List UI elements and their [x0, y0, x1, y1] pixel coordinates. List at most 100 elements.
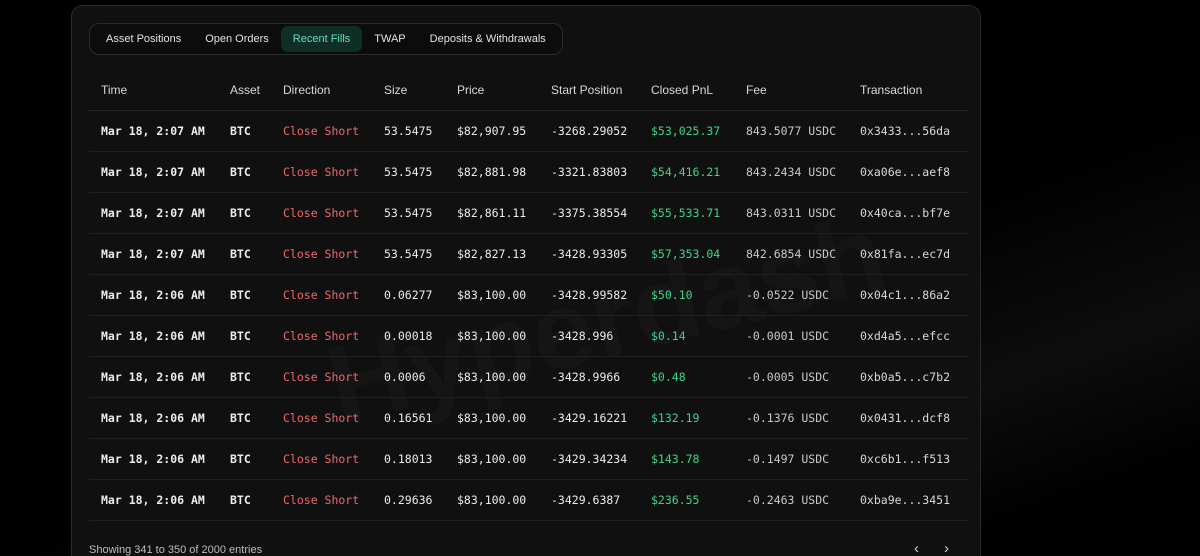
transaction-link[interactable]: 0xb0a5...c7b2 [848, 356, 969, 398]
transaction-link[interactable]: 0xc6b1...f513 [848, 438, 969, 480]
cell-start-position: -3429.16221 [539, 397, 639, 439]
tab-deposits-withdrawals[interactable]: Deposits & Withdrawals [418, 26, 558, 52]
cell-fee: 843.2434 USDC [734, 151, 848, 193]
table-row: Mar 18, 2:07 AM BTC Close Short 53.5475 … [89, 192, 969, 234]
transaction-link[interactable]: 0xd4a5...efcc [848, 315, 969, 357]
cell-asset: BTC [218, 110, 271, 152]
table-row: Mar 18, 2:06 AM BTC Close Short 0.06277 … [89, 274, 969, 316]
tab-bar: Asset Positions Open Orders Recent Fills… [89, 23, 563, 55]
cell-start-position: -3321.83803 [539, 151, 639, 193]
transaction-link[interactable]: 0x0431...dcf8 [848, 397, 969, 439]
cell-closed-pnl: $50.10 [639, 274, 734, 316]
transaction-link[interactable]: 0xba9e...3451 [848, 479, 969, 521]
cell-closed-pnl: $57,353.04 [639, 233, 734, 275]
cell-asset: BTC [218, 192, 271, 234]
fills-table: Time Asset Direction Size Price Start Po… [89, 70, 969, 521]
column-header-price[interactable]: Price [445, 70, 539, 111]
column-header-start-position[interactable]: Start Position [539, 70, 639, 111]
cell-fee: -0.1376 USDC [734, 397, 848, 439]
cell-price: $82,907.95 [445, 110, 539, 152]
cell-start-position: -3428.99582 [539, 274, 639, 316]
cell-start-position: -3429.34234 [539, 438, 639, 480]
cell-direction: Close Short [271, 233, 372, 275]
tab-recent-fills[interactable]: Recent Fills [280, 26, 363, 52]
cell-asset: BTC [218, 438, 271, 480]
column-header-closed-pnl[interactable]: Closed PnL [639, 70, 734, 111]
tab-asset-positions[interactable]: Asset Positions [94, 26, 193, 52]
cell-start-position: -3375.38554 [539, 192, 639, 234]
cell-start-position: -3428.996 [539, 315, 639, 357]
cell-fee: -0.0522 USDC [734, 274, 848, 316]
column-header-size[interactable]: Size [372, 70, 445, 111]
cell-size: 0.16561 [372, 397, 445, 439]
cell-price: $83,100.00 [445, 356, 539, 398]
cell-closed-pnl: $0.14 [639, 315, 734, 357]
transaction-link[interactable]: 0x40ca...bf7e [848, 192, 969, 234]
cell-direction: Close Short [271, 151, 372, 193]
transaction-link[interactable]: 0x81fa...ec7d [848, 233, 969, 275]
transaction-link[interactable]: 0x04c1...86a2 [848, 274, 969, 316]
tab-twap[interactable]: TWAP [362, 26, 417, 52]
cell-closed-pnl: $132.19 [639, 397, 734, 439]
cell-size: 0.06277 [372, 274, 445, 316]
chevron-left-icon[interactable]: ‹ [914, 540, 919, 556]
pagination-summary: Showing 341 to 350 of 2000 entries [89, 544, 263, 556]
cell-size: 0.29636 [372, 479, 445, 521]
cell-direction: Close Short [271, 356, 372, 398]
cell-start-position: -3428.93305 [539, 233, 639, 275]
cell-start-position: -3428.9966 [539, 356, 639, 398]
cell-size: 0.18013 [372, 438, 445, 480]
cell-closed-pnl: $55,533.71 [639, 192, 734, 234]
table-row: Mar 18, 2:07 AM BTC Close Short 53.5475 … [89, 110, 969, 152]
tab-open-orders[interactable]: Open Orders [193, 26, 281, 52]
column-header-fee[interactable]: Fee [734, 70, 848, 111]
cell-asset: BTC [218, 356, 271, 398]
cell-time: Mar 18, 2:06 AM [89, 274, 218, 316]
column-header-direction[interactable]: Direction [271, 70, 372, 111]
cell-price: $83,100.00 [445, 274, 539, 316]
cell-asset: BTC [218, 479, 271, 521]
cell-size: 53.5475 [372, 192, 445, 234]
transaction-link[interactable]: 0x3433...56da [848, 110, 969, 152]
cell-time: Mar 18, 2:07 AM [89, 151, 218, 193]
table-row: Mar 18, 2:06 AM BTC Close Short 0.16561 … [89, 397, 969, 439]
cell-direction: Close Short [271, 192, 372, 234]
cell-price: $83,100.00 [445, 397, 539, 439]
page-background: Hyperdash Asset Positions Open Orders Re… [0, 0, 1200, 556]
cell-price: $83,100.00 [445, 438, 539, 480]
column-header-transaction[interactable]: Transaction [848, 70, 969, 111]
cell-start-position: -3268.29052 [539, 110, 639, 152]
cell-price: $82,861.11 [445, 192, 539, 234]
cell-price: $83,100.00 [445, 315, 539, 357]
cell-fee: -0.1497 USDC [734, 438, 848, 480]
cell-direction: Close Short [271, 315, 372, 357]
cell-time: Mar 18, 2:07 AM [89, 233, 218, 275]
table-header-row: Time Asset Direction Size Price Start Po… [89, 70, 969, 111]
cell-price: $83,100.00 [445, 479, 539, 521]
cell-size: 0.0006 [372, 356, 445, 398]
cell-size: 53.5475 [372, 110, 445, 152]
cell-closed-pnl: $236.55 [639, 479, 734, 521]
cell-closed-pnl: $54,416.21 [639, 151, 734, 193]
cell-asset: BTC [218, 151, 271, 193]
cell-size: 53.5475 [372, 151, 445, 193]
cell-time: Mar 18, 2:07 AM [89, 110, 218, 152]
cell-fee: 843.0311 USDC [734, 192, 848, 234]
column-header-time[interactable]: Time [89, 70, 218, 111]
cell-fee: 842.6854 USDC [734, 233, 848, 275]
cell-direction: Close Short [271, 479, 372, 521]
cell-time: Mar 18, 2:06 AM [89, 438, 218, 480]
cell-direction: Close Short [271, 110, 372, 152]
chevron-right-icon[interactable]: › [944, 540, 949, 556]
cell-direction: Close Short [271, 397, 372, 439]
table-row: Mar 18, 2:06 AM BTC Close Short 0.29636 … [89, 479, 969, 521]
transaction-link[interactable]: 0xa06e...aef8 [848, 151, 969, 193]
table-row: Mar 18, 2:06 AM BTC Close Short 0.00018 … [89, 315, 969, 357]
cell-closed-pnl: $0.48 [639, 356, 734, 398]
cell-time: Mar 18, 2:06 AM [89, 479, 218, 521]
cell-fee: -0.0001 USDC [734, 315, 848, 357]
cell-fee: -0.0005 USDC [734, 356, 848, 398]
cell-direction: Close Short [271, 274, 372, 316]
cell-size: 53.5475 [372, 233, 445, 275]
column-header-asset[interactable]: Asset [218, 70, 271, 111]
